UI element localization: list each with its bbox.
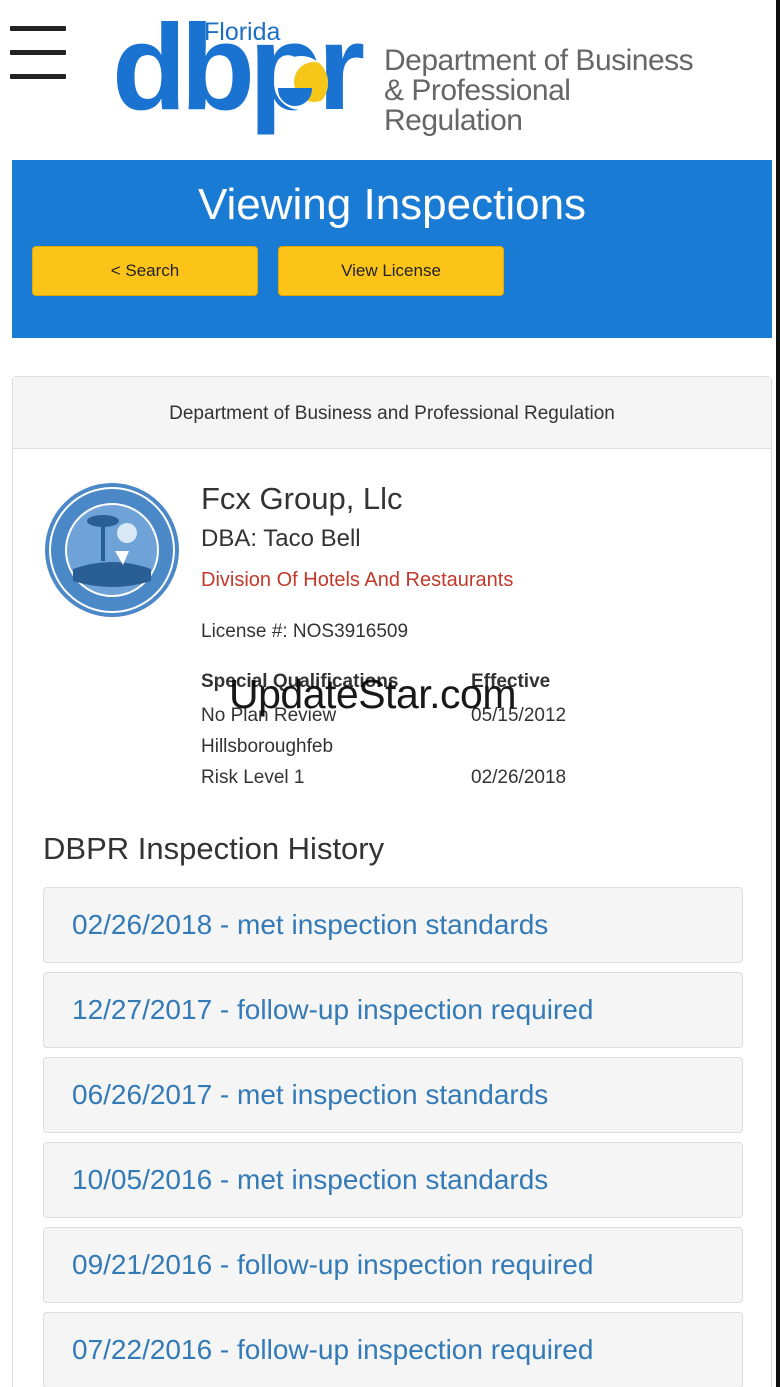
license-panel: Department of Business and Professional … bbox=[12, 376, 772, 1387]
logo-department-name: Department of Business & Professional Re… bbox=[384, 46, 712, 136]
dba-name: DBA: Taco Bell bbox=[201, 525, 361, 552]
search-button[interactable]: < Search bbox=[32, 246, 258, 296]
inspection-item[interactable]: 06/26/2017 - met inspection standards bbox=[43, 1057, 743, 1133]
inspection-history-title: DBPR Inspection History bbox=[43, 831, 385, 866]
page-title: Viewing Inspections bbox=[197, 180, 587, 229]
inspection-item[interactable]: 09/21/2016 - follow-up inspection requir… bbox=[43, 1227, 743, 1303]
wave-shape bbox=[278, 88, 312, 106]
view-license-button[interactable]: View License bbox=[278, 246, 504, 296]
qualification-date: 02/26/2018 bbox=[471, 767, 567, 788]
division-name: Division Of Hotels And Restaurants bbox=[201, 569, 514, 591]
inspection-item[interactable]: 10/05/2016 - met inspection standards bbox=[43, 1142, 743, 1218]
dbpr-logo[interactable]: dbpr Florida Department of Business & Pr… bbox=[112, 6, 712, 138]
logo-florida: Florida bbox=[204, 18, 281, 46]
state-seal-icon bbox=[45, 483, 179, 617]
business-name: Fcx Group, Llc bbox=[201, 481, 403, 516]
qualification-name: No Plan Review bbox=[201, 705, 337, 726]
site-header: dbpr Florida Department of Business & Pr… bbox=[0, 0, 776, 150]
menu-bar bbox=[10, 50, 66, 55]
col-header-effective: Effective bbox=[471, 671, 551, 692]
dept-line-1: Department of Business bbox=[384, 44, 694, 77]
qualification-row: Hillsboroughfeb bbox=[201, 736, 621, 767]
qualification-name: Hillsboroughfeb bbox=[201, 736, 334, 757]
inspection-history-list: 02/26/2018 - met inspection standards 12… bbox=[43, 887, 743, 1387]
qualifications-table: Special Qualifications Effective No Plan… bbox=[201, 671, 621, 798]
page-banner: Viewing Inspections < Search View Licens… bbox=[12, 160, 772, 338]
hamburger-menu-icon[interactable] bbox=[10, 26, 66, 82]
menu-bar bbox=[10, 26, 66, 31]
qualification-name: Risk Level 1 bbox=[201, 767, 305, 788]
inspection-item[interactable]: 02/26/2018 - met inspection standards bbox=[43, 887, 743, 963]
dept-line-2: & Professional Regulation bbox=[384, 74, 571, 137]
qualification-row: No Plan Review 05/15/2012 bbox=[201, 705, 621, 736]
menu-bar bbox=[10, 74, 66, 79]
inspection-item[interactable]: 07/22/2016 - follow-up inspection requir… bbox=[43, 1312, 743, 1387]
window-edge bbox=[776, 0, 780, 1387]
qualification-row: Risk Level 1 02/26/2018 bbox=[201, 767, 621, 798]
qualification-date: 05/15/2012 bbox=[471, 705, 567, 726]
inspection-item[interactable]: 12/27/2017 - follow-up inspection requir… bbox=[43, 972, 743, 1048]
qualifications-header-row: Special Qualifications Effective bbox=[201, 671, 621, 705]
panel-heading: Department of Business and Professional … bbox=[13, 377, 771, 449]
license-number: License #: NOS3916509 bbox=[201, 621, 409, 642]
col-header-qualifications: Special Qualifications bbox=[201, 671, 399, 692]
sun-icon bbox=[274, 56, 328, 110]
